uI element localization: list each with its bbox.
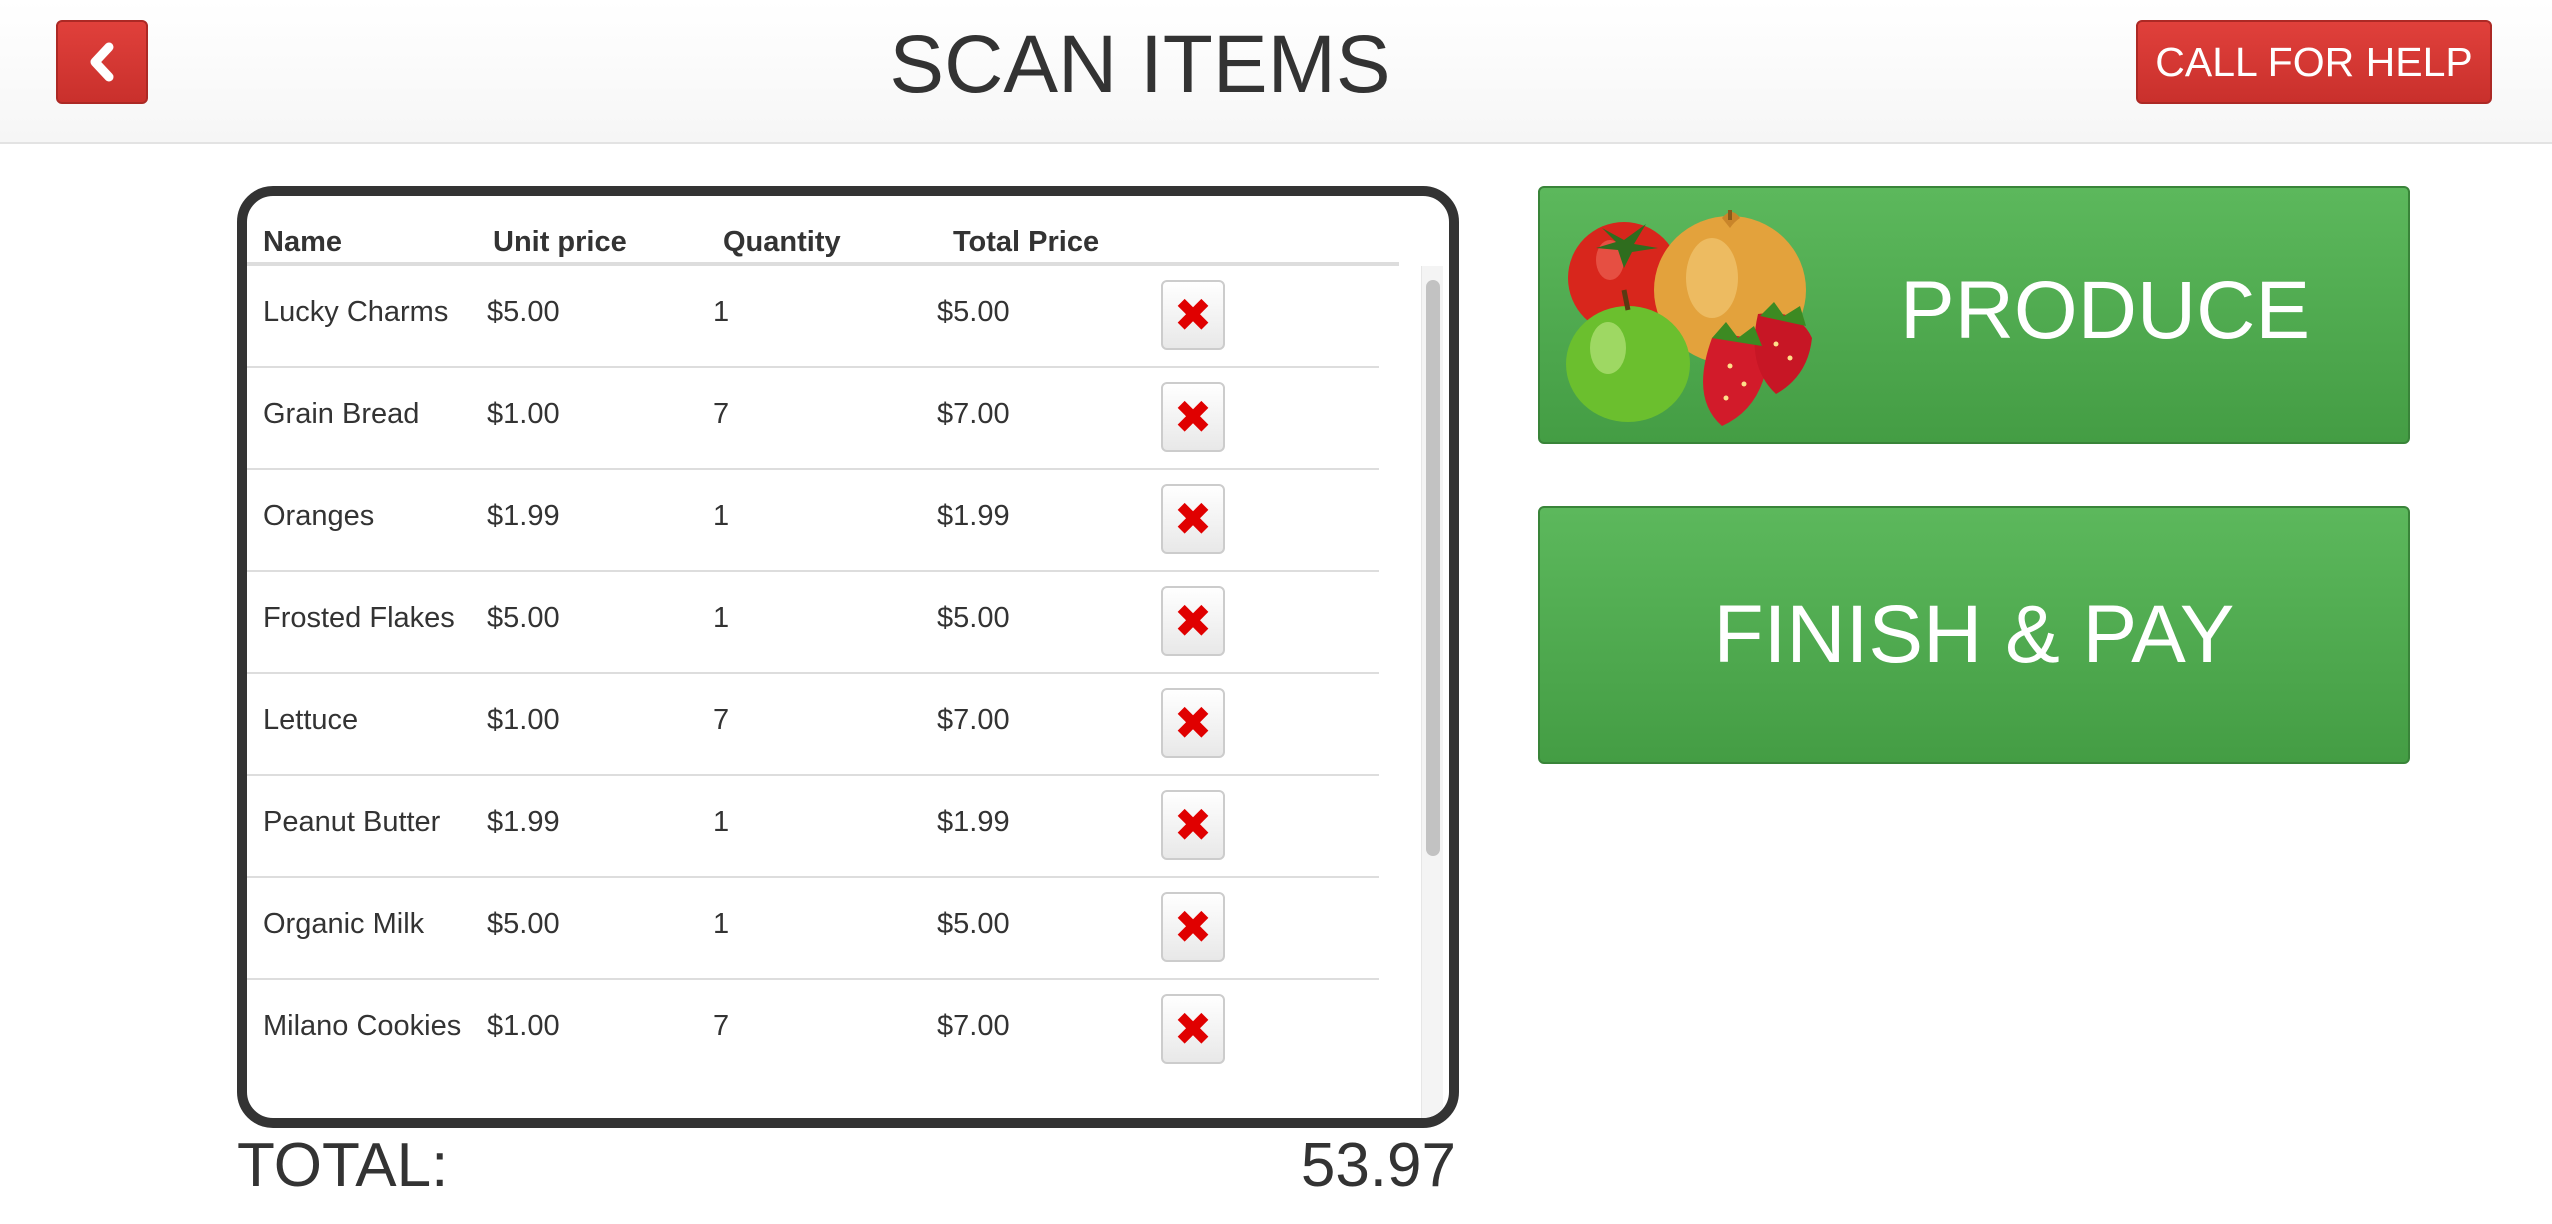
table-row: Lucky Charms $5.00 1 $5.00 ✖ bbox=[247, 266, 1379, 368]
remove-item-button[interactable]: ✖ bbox=[1161, 586, 1225, 656]
table-row: Milano Cookies $1.00 7 $7.00 ✖ bbox=[247, 980, 1379, 1100]
remove-item-button[interactable]: ✖ bbox=[1161, 790, 1225, 860]
item-total-price: $5.00 bbox=[937, 296, 1010, 328]
table-row: Organic Milk $5.00 1 $5.00 ✖ bbox=[247, 878, 1379, 980]
item-name: Oranges bbox=[263, 500, 375, 532]
table-row: Lettuce $1.00 7 $7.00 ✖ bbox=[247, 674, 1379, 776]
item-total-price: $7.00 bbox=[937, 398, 1010, 430]
item-unit-price: $1.00 bbox=[487, 1010, 560, 1042]
x-icon: ✖ bbox=[1173, 391, 1213, 443]
item-quantity: 7 bbox=[713, 1010, 730, 1042]
item-name: Milano Cookies bbox=[263, 1010, 462, 1042]
x-icon: ✖ bbox=[1173, 595, 1213, 647]
x-icon: ✖ bbox=[1173, 799, 1213, 851]
x-icon: ✖ bbox=[1173, 697, 1213, 749]
item-total-price: $5.00 bbox=[937, 602, 1010, 634]
cart-table-panel: Name Unit price Quantity Total Price Luc… bbox=[237, 186, 1459, 1128]
header-bar: SCAN ITEMS CALL FOR HELP bbox=[0, 0, 2552, 144]
cart-rows: Lucky Charms $5.00 1 $5.00 ✖ Grain Bread… bbox=[247, 266, 1379, 1118]
remove-item-button[interactable]: ✖ bbox=[1161, 280, 1225, 350]
scrollbar-thumb[interactable] bbox=[1426, 280, 1440, 856]
table-row: Peanut Butter $1.99 1 $1.99 ✖ bbox=[247, 776, 1379, 878]
item-quantity: 7 bbox=[713, 704, 730, 736]
item-unit-price: $5.00 bbox=[487, 908, 560, 940]
x-icon: ✖ bbox=[1173, 1003, 1213, 1055]
item-total-price: $1.99 bbox=[937, 500, 1010, 532]
column-header-quantity: Quantity bbox=[723, 226, 841, 258]
item-unit-price: $1.99 bbox=[487, 806, 560, 838]
item-quantity: 1 bbox=[713, 296, 730, 328]
item-name: Organic Milk bbox=[263, 908, 425, 940]
page-title: SCAN ITEMS bbox=[889, 19, 1391, 110]
item-total-price: $5.00 bbox=[937, 908, 1010, 940]
remove-item-button[interactable]: ✖ bbox=[1161, 688, 1225, 758]
item-quantity: 1 bbox=[713, 908, 730, 940]
table-row: Oranges $1.99 1 $1.99 ✖ bbox=[247, 470, 1379, 572]
remove-item-button[interactable]: ✖ bbox=[1161, 892, 1225, 962]
item-name: Lettuce bbox=[263, 704, 359, 736]
item-unit-price: $1.00 bbox=[487, 398, 560, 430]
remove-item-button[interactable]: ✖ bbox=[1161, 994, 1225, 1064]
item-unit-price: $5.00 bbox=[487, 602, 560, 634]
item-unit-price: $1.99 bbox=[487, 500, 560, 532]
item-total-price: $1.99 bbox=[937, 806, 1010, 838]
table-row: Grain Bread $1.00 7 $7.00 ✖ bbox=[247, 368, 1379, 470]
item-name: Lucky Charms bbox=[263, 296, 449, 328]
item-quantity: 1 bbox=[713, 806, 730, 838]
produce-image bbox=[1566, 210, 1812, 426]
item-name: Grain Bread bbox=[263, 398, 420, 430]
table-row: Frosted Flakes $5.00 1 $5.00 ✖ bbox=[247, 572, 1379, 674]
column-header-unit-price: Unit price bbox=[493, 226, 627, 258]
x-icon: ✖ bbox=[1173, 901, 1213, 953]
x-icon: ✖ bbox=[1173, 289, 1213, 341]
item-name: Peanut Butter bbox=[263, 806, 441, 838]
total-value: 53.97 bbox=[1300, 1131, 1456, 1200]
column-header-name: Name bbox=[263, 226, 342, 258]
item-name: Frosted Flakes bbox=[263, 602, 455, 634]
item-quantity: 1 bbox=[713, 602, 730, 634]
item-quantity: 1 bbox=[713, 500, 730, 532]
cart-scrollbar[interactable] bbox=[1421, 266, 1443, 1118]
column-header-total-price: Total Price bbox=[953, 226, 1100, 258]
item-quantity: 7 bbox=[713, 398, 730, 430]
item-unit-price: $1.00 bbox=[487, 704, 560, 736]
x-icon: ✖ bbox=[1173, 493, 1213, 545]
table-header: Name Unit price Quantity Total Price bbox=[247, 196, 1399, 266]
item-total-price: $7.00 bbox=[937, 1010, 1010, 1042]
produce-label: PRODUCE bbox=[1900, 265, 2311, 356]
finish-and-pay-button[interactable]: FINISH & PAY bbox=[1538, 506, 2410, 764]
item-total-price: $7.00 bbox=[937, 704, 1010, 736]
remove-item-button[interactable]: ✖ bbox=[1161, 382, 1225, 452]
call-for-help-button[interactable]: CALL FOR HELP bbox=[2136, 20, 2492, 104]
item-unit-price: $5.00 bbox=[487, 296, 560, 328]
produce-button[interactable]: PRODUCE bbox=[1538, 186, 2410, 444]
remove-item-button[interactable]: ✖ bbox=[1161, 484, 1225, 554]
total-label: TOTAL: bbox=[237, 1131, 449, 1200]
